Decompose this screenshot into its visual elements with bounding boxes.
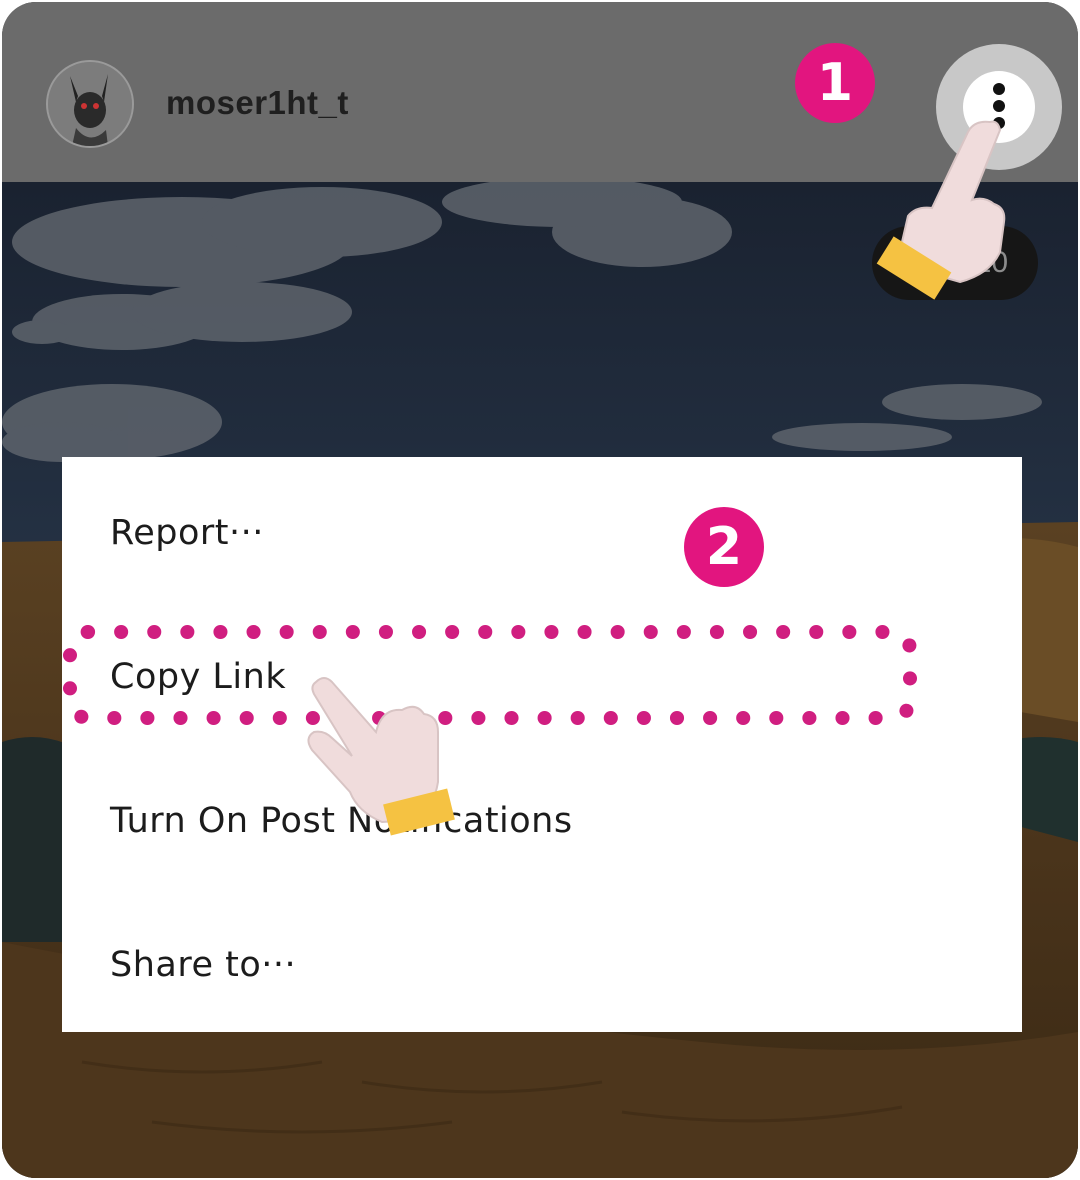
step-2-badge: 2 [684,507,764,587]
post-frame: 1/10 moser1ht_t 1 Report [2,2,1078,1178]
username[interactable]: moser1ht_t [166,84,349,122]
copy-link-highlight [63,625,917,725]
pointing-hand-icon [307,677,455,836]
avatar[interactable] [46,60,134,148]
options-menu: Report··· Copy Link Turn On Post Notific… [62,457,1022,1032]
avatar-icon [48,62,132,146]
step-1-badge: 1 [795,43,875,123]
menu-item-share-to[interactable]: Share to··· [110,945,296,985]
pointing-hand-icon [876,120,1006,300]
menu-item-report[interactable]: Report··· [110,513,264,553]
